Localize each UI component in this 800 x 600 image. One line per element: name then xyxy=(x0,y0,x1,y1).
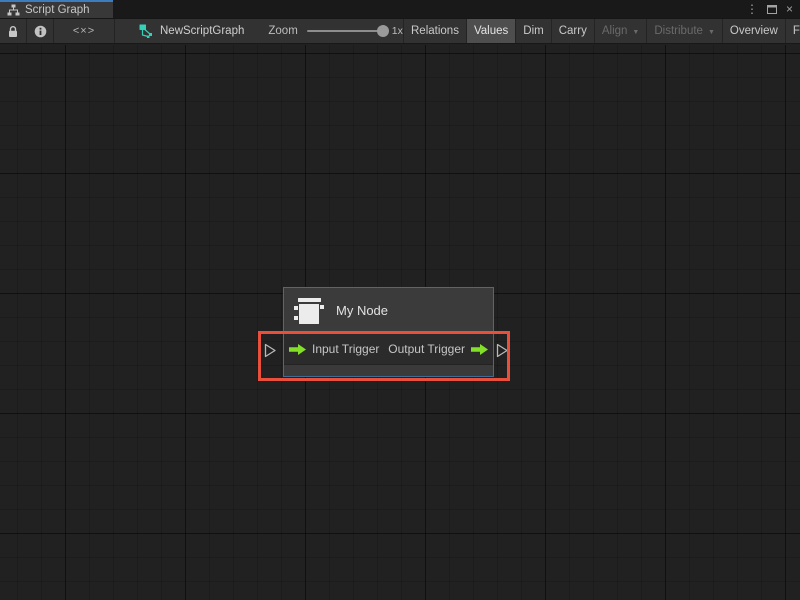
maximize-icon[interactable] xyxy=(767,5,777,14)
zoom-label: Zoom xyxy=(268,25,297,37)
unit-node-icon xyxy=(293,297,325,325)
graph-name-label: NewScriptGraph xyxy=(160,25,244,37)
graph-toolbar: <×> NewScriptGraph Zoom 1x Relation xyxy=(0,18,800,44)
node-header[interactable]: My Node xyxy=(284,288,493,333)
distribute-label: Distribute xyxy=(654,25,703,37)
output-port-label: Output Trigger xyxy=(388,342,465,356)
output-trigger-port[interactable]: Output Trigger xyxy=(388,342,488,356)
zoom-control: Zoom 1x xyxy=(268,19,403,43)
input-trigger-port[interactable]: Input Trigger xyxy=(289,342,379,356)
carry-label: Carry xyxy=(559,25,587,37)
node-footer xyxy=(284,364,493,376)
tab-script-graph[interactable]: Script Graph xyxy=(0,0,113,18)
info-button[interactable] xyxy=(27,19,53,43)
title-bar: Script Graph ⋮ × xyxy=(0,0,800,18)
lock-button[interactable] xyxy=(0,19,26,43)
input-port-label: Input Trigger xyxy=(312,342,379,356)
values-button[interactable]: Values xyxy=(466,19,515,43)
node-port-row: Input Trigger Output Trigger xyxy=(284,333,493,364)
carry-button[interactable]: Carry xyxy=(551,19,594,43)
full-screen-button[interactable]: Full Screen xyxy=(785,19,800,43)
zoom-slider-knob[interactable] xyxy=(377,25,389,37)
dim-label: Dim xyxy=(523,25,543,37)
align-label: Align xyxy=(602,25,628,37)
window-controls: ⋮ × xyxy=(746,0,800,18)
values-label: Values xyxy=(474,25,508,37)
lock-icon xyxy=(7,25,19,38)
graph-breadcrumb[interactable]: NewScriptGraph xyxy=(115,19,244,43)
relations-button[interactable]: Relations xyxy=(403,19,466,43)
toolbar-toggle-buttons: Relations Values Dim Carry Align ▼ Distr… xyxy=(403,19,800,43)
trigger-arrow-icon xyxy=(471,344,488,355)
zoom-slider[interactable] xyxy=(307,30,383,32)
info-icon xyxy=(34,25,47,38)
relations-label: Relations xyxy=(411,25,459,37)
distribute-dropdown[interactable]: Distribute ▼ xyxy=(646,19,722,43)
overview-button[interactable]: Overview xyxy=(722,19,785,43)
trigger-arrow-icon xyxy=(289,344,306,355)
chevron-down-icon: ▼ xyxy=(708,29,715,36)
code-preview-button[interactable]: <×> xyxy=(54,19,114,43)
tab-label: Script Graph xyxy=(25,4,90,16)
full-screen-label: Full Screen xyxy=(793,25,800,37)
external-input-connector-icon[interactable] xyxy=(264,343,277,358)
script-graph-window: Script Graph ⋮ × xyxy=(0,0,800,600)
chevron-down-icon: ▼ xyxy=(632,29,639,36)
graph-canvas[interactable]: My Node Input Trigger Output Trigger xyxy=(0,45,800,600)
script-graph-asset-icon xyxy=(139,24,153,38)
graph-node[interactable]: My Node Input Trigger Output Trigger xyxy=(283,287,494,377)
hierarchy-graph-icon xyxy=(7,4,20,16)
close-icon[interactable]: × xyxy=(786,3,793,15)
external-output-connector-icon[interactable] xyxy=(496,343,509,358)
zoom-value: 1x xyxy=(392,25,403,37)
dim-button[interactable]: Dim xyxy=(515,19,550,43)
node-title: My Node xyxy=(336,303,388,318)
align-dropdown[interactable]: Align ▼ xyxy=(594,19,647,43)
overview-label: Overview xyxy=(730,25,778,37)
menu-icon[interactable]: ⋮ xyxy=(746,3,758,15)
